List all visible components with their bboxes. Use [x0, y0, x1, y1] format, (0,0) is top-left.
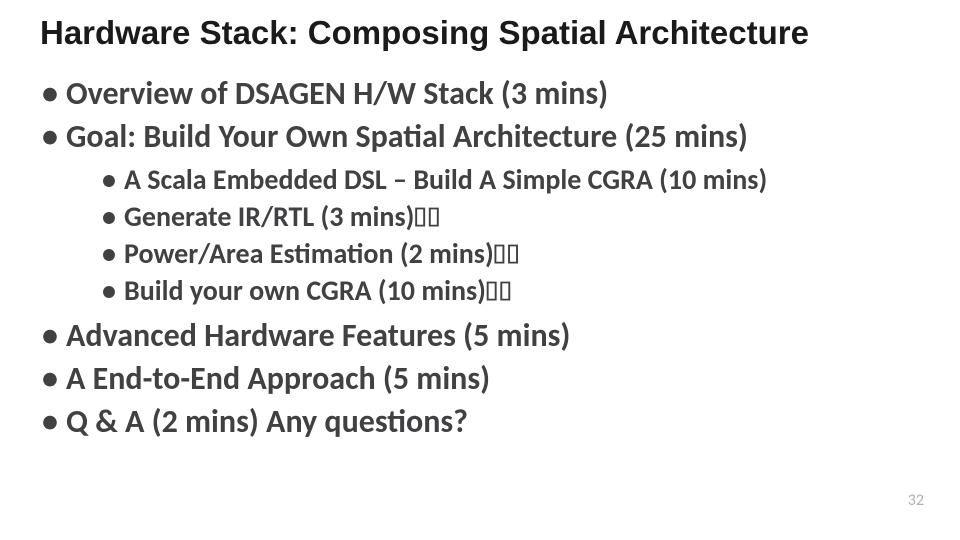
missing-glyph-icon: ⌷⌷: [412, 200, 439, 234]
subbullet-text: Build your own CGRA (10 mins): [124, 273, 486, 308]
missing-glyph-icon: ⌷⌷: [492, 237, 519, 271]
subbullet-build-cgra: Build your own CGRA (10 mins)⌷⌷: [100, 273, 920, 310]
bullet-text: Q & A (2 mins) Any questions?: [66, 402, 468, 441]
subbullet-text: Generate IR/RTL (3 mins): [124, 199, 414, 234]
bullet-text: Overview of DSAGEN H/W Stack (3 mins): [66, 74, 608, 113]
slide: Hardware Stack: Composing Spatial Archit…: [0, 0, 960, 540]
bullet-text: A End-to-End Approach (5 mins): [66, 359, 490, 398]
bullet-qa: Q & A (2 mins) Any questions?: [40, 402, 920, 443]
subbullet-power-area: Power/Area Estimation (2 mins)⌷⌷: [100, 236, 920, 273]
slide-title: Hardware Stack: Composing Spatial Archit…: [40, 14, 920, 52]
bullet-text: Advanced Hardware Features (5 mins): [66, 316, 570, 355]
bullet-end-to-end: A End-to-End Approach (5 mins): [40, 359, 920, 400]
bullet-text: Goal: Build Your Own Spatial Architectur…: [66, 117, 748, 156]
subbullet-text: Power/Area Estimation (2 mins): [124, 236, 494, 271]
bullet-overview: Overview of DSAGEN H/W Stack (3 mins): [40, 74, 920, 115]
subbullet-scala-dsl: A Scala Embedded DSL – Build A Simple CG…: [100, 162, 920, 199]
bullet-list-level2: A Scala Embedded DSL – Build A Simple CG…: [66, 162, 920, 310]
page-number: 32: [908, 491, 924, 510]
subbullet-generate-ir: Generate IR/RTL (3 mins)⌷⌷: [100, 199, 920, 236]
subbullet-text: A Scala Embedded DSL – Build A Simple CG…: [124, 162, 767, 197]
bullet-advanced-hw: Advanced Hardware Features (5 mins): [40, 316, 920, 357]
bullet-list-level1: Overview of DSAGEN H/W Stack (3 mins) Go…: [40, 74, 920, 443]
missing-glyph-icon: ⌷⌷: [484, 274, 511, 308]
bullet-goal: Goal: Build Your Own Spatial Architectur…: [40, 117, 920, 310]
